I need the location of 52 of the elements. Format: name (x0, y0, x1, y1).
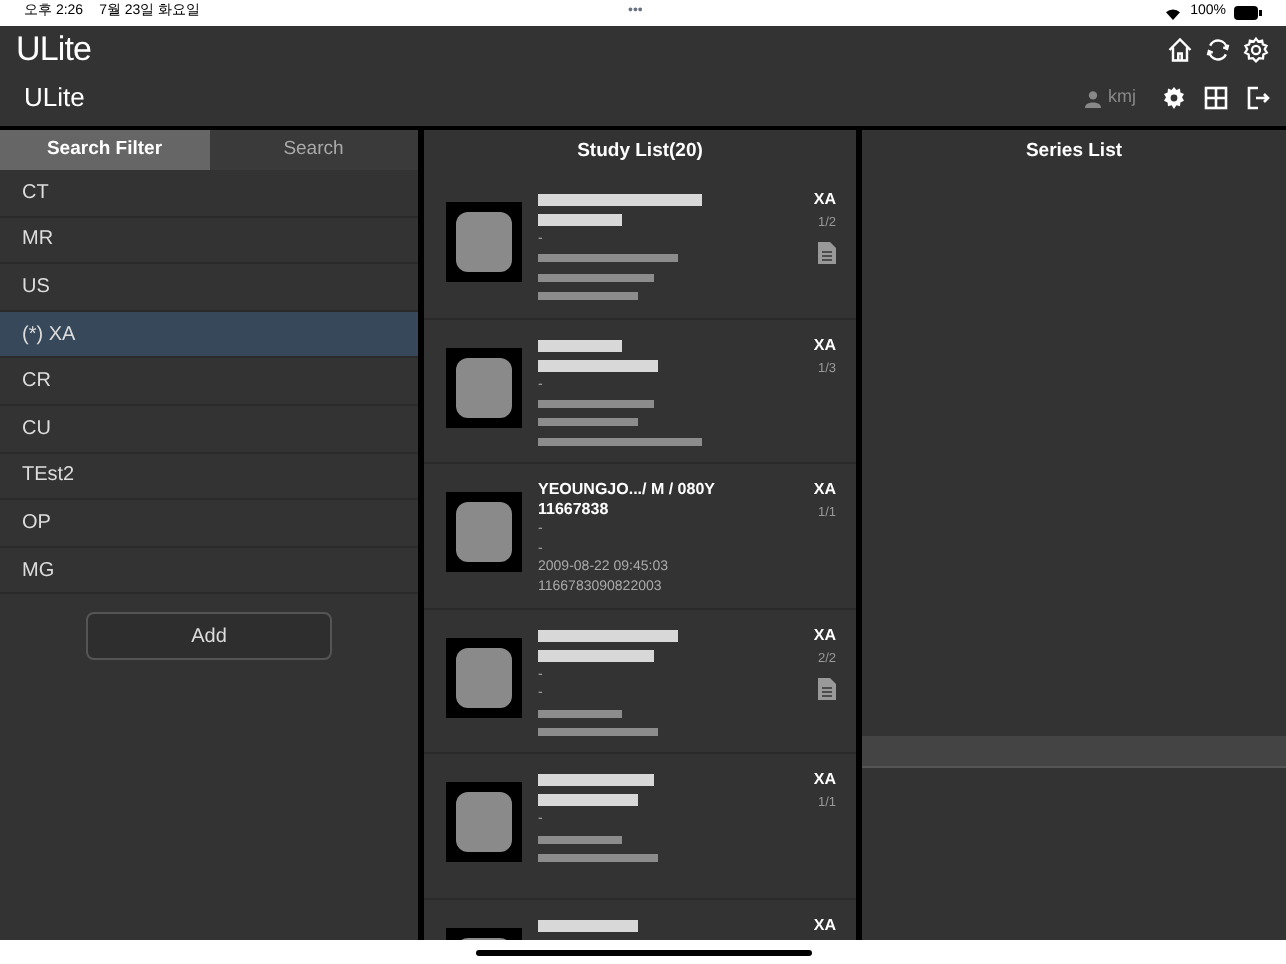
modality-label: XA (813, 190, 836, 210)
redacted-text-bar (538, 919, 638, 932)
thumbnail-placeholder (446, 202, 522, 282)
filter-tab[interactable]: Search (209, 130, 418, 170)
document-icon[interactable] (818, 677, 836, 700)
study-info-text: YEOUNGJO.../ M / 080Y (538, 480, 717, 501)
thumbnail-placeholder (446, 347, 522, 428)
home-indicator[interactable] (475, 949, 811, 955)
battery-icon (1234, 6, 1262, 20)
redacted-text-bar (538, 359, 658, 372)
panel-title: Series List (1023, 137, 1125, 166)
filter-tab[interactable]: Search Filter (0, 130, 209, 170)
redacted-text-bar (538, 214, 622, 226)
panel-title: Study List(20) (575, 137, 705, 166)
redacted-text-bar (538, 254, 678, 263)
redacted-text-bar (538, 292, 638, 301)
redacted-text-bar (538, 273, 654, 282)
redacted-text-bar (538, 629, 678, 642)
app-logo: ULite (22, 80, 85, 117)
wifi-icon (1164, 6, 1183, 20)
user-name: kmj (1108, 84, 1136, 111)
thumbnail-placeholder (446, 637, 522, 718)
modality-label: XA (813, 915, 836, 936)
redacted-text-bar (538, 649, 654, 662)
modality-label: XA (813, 625, 836, 646)
study-info-text: 11667838 (538, 500, 611, 521)
refresh-icon[interactable] (1204, 36, 1232, 64)
gear-icon[interactable] (1162, 86, 1186, 110)
redacted-text-bar (538, 728, 658, 737)
filter-item[interactable]: TEst2 (0, 453, 418, 501)
thumbnail-placeholder (446, 782, 522, 863)
redacted-text-bar (538, 418, 638, 427)
app-logo: ULite (16, 28, 92, 73)
settings-icon[interactable] (1242, 36, 1270, 64)
home-icon[interactable] (1166, 36, 1194, 64)
redacted-text-bar (538, 709, 622, 718)
thumbnail-placeholder (446, 492, 522, 573)
modality-label: XA (813, 480, 836, 501)
document-icon[interactable] (818, 242, 836, 264)
redacted-text-bar (538, 794, 638, 807)
modality-label: XA (813, 770, 836, 791)
grid-icon[interactable] (1204, 86, 1228, 110)
filter-item[interactable]: (*) XA (0, 311, 418, 359)
redacted-text-bar (538, 339, 622, 352)
modality-label: XA (813, 335, 836, 356)
add-button[interactable]: Add (86, 612, 332, 661)
redacted-text-bar (538, 399, 654, 408)
redacted-text-bar (538, 835, 622, 844)
redacted-text-bar (538, 774, 654, 787)
redacted-text-bar (538, 854, 658, 863)
user-icon (1084, 89, 1102, 107)
logout-icon[interactable] (1246, 86, 1270, 110)
